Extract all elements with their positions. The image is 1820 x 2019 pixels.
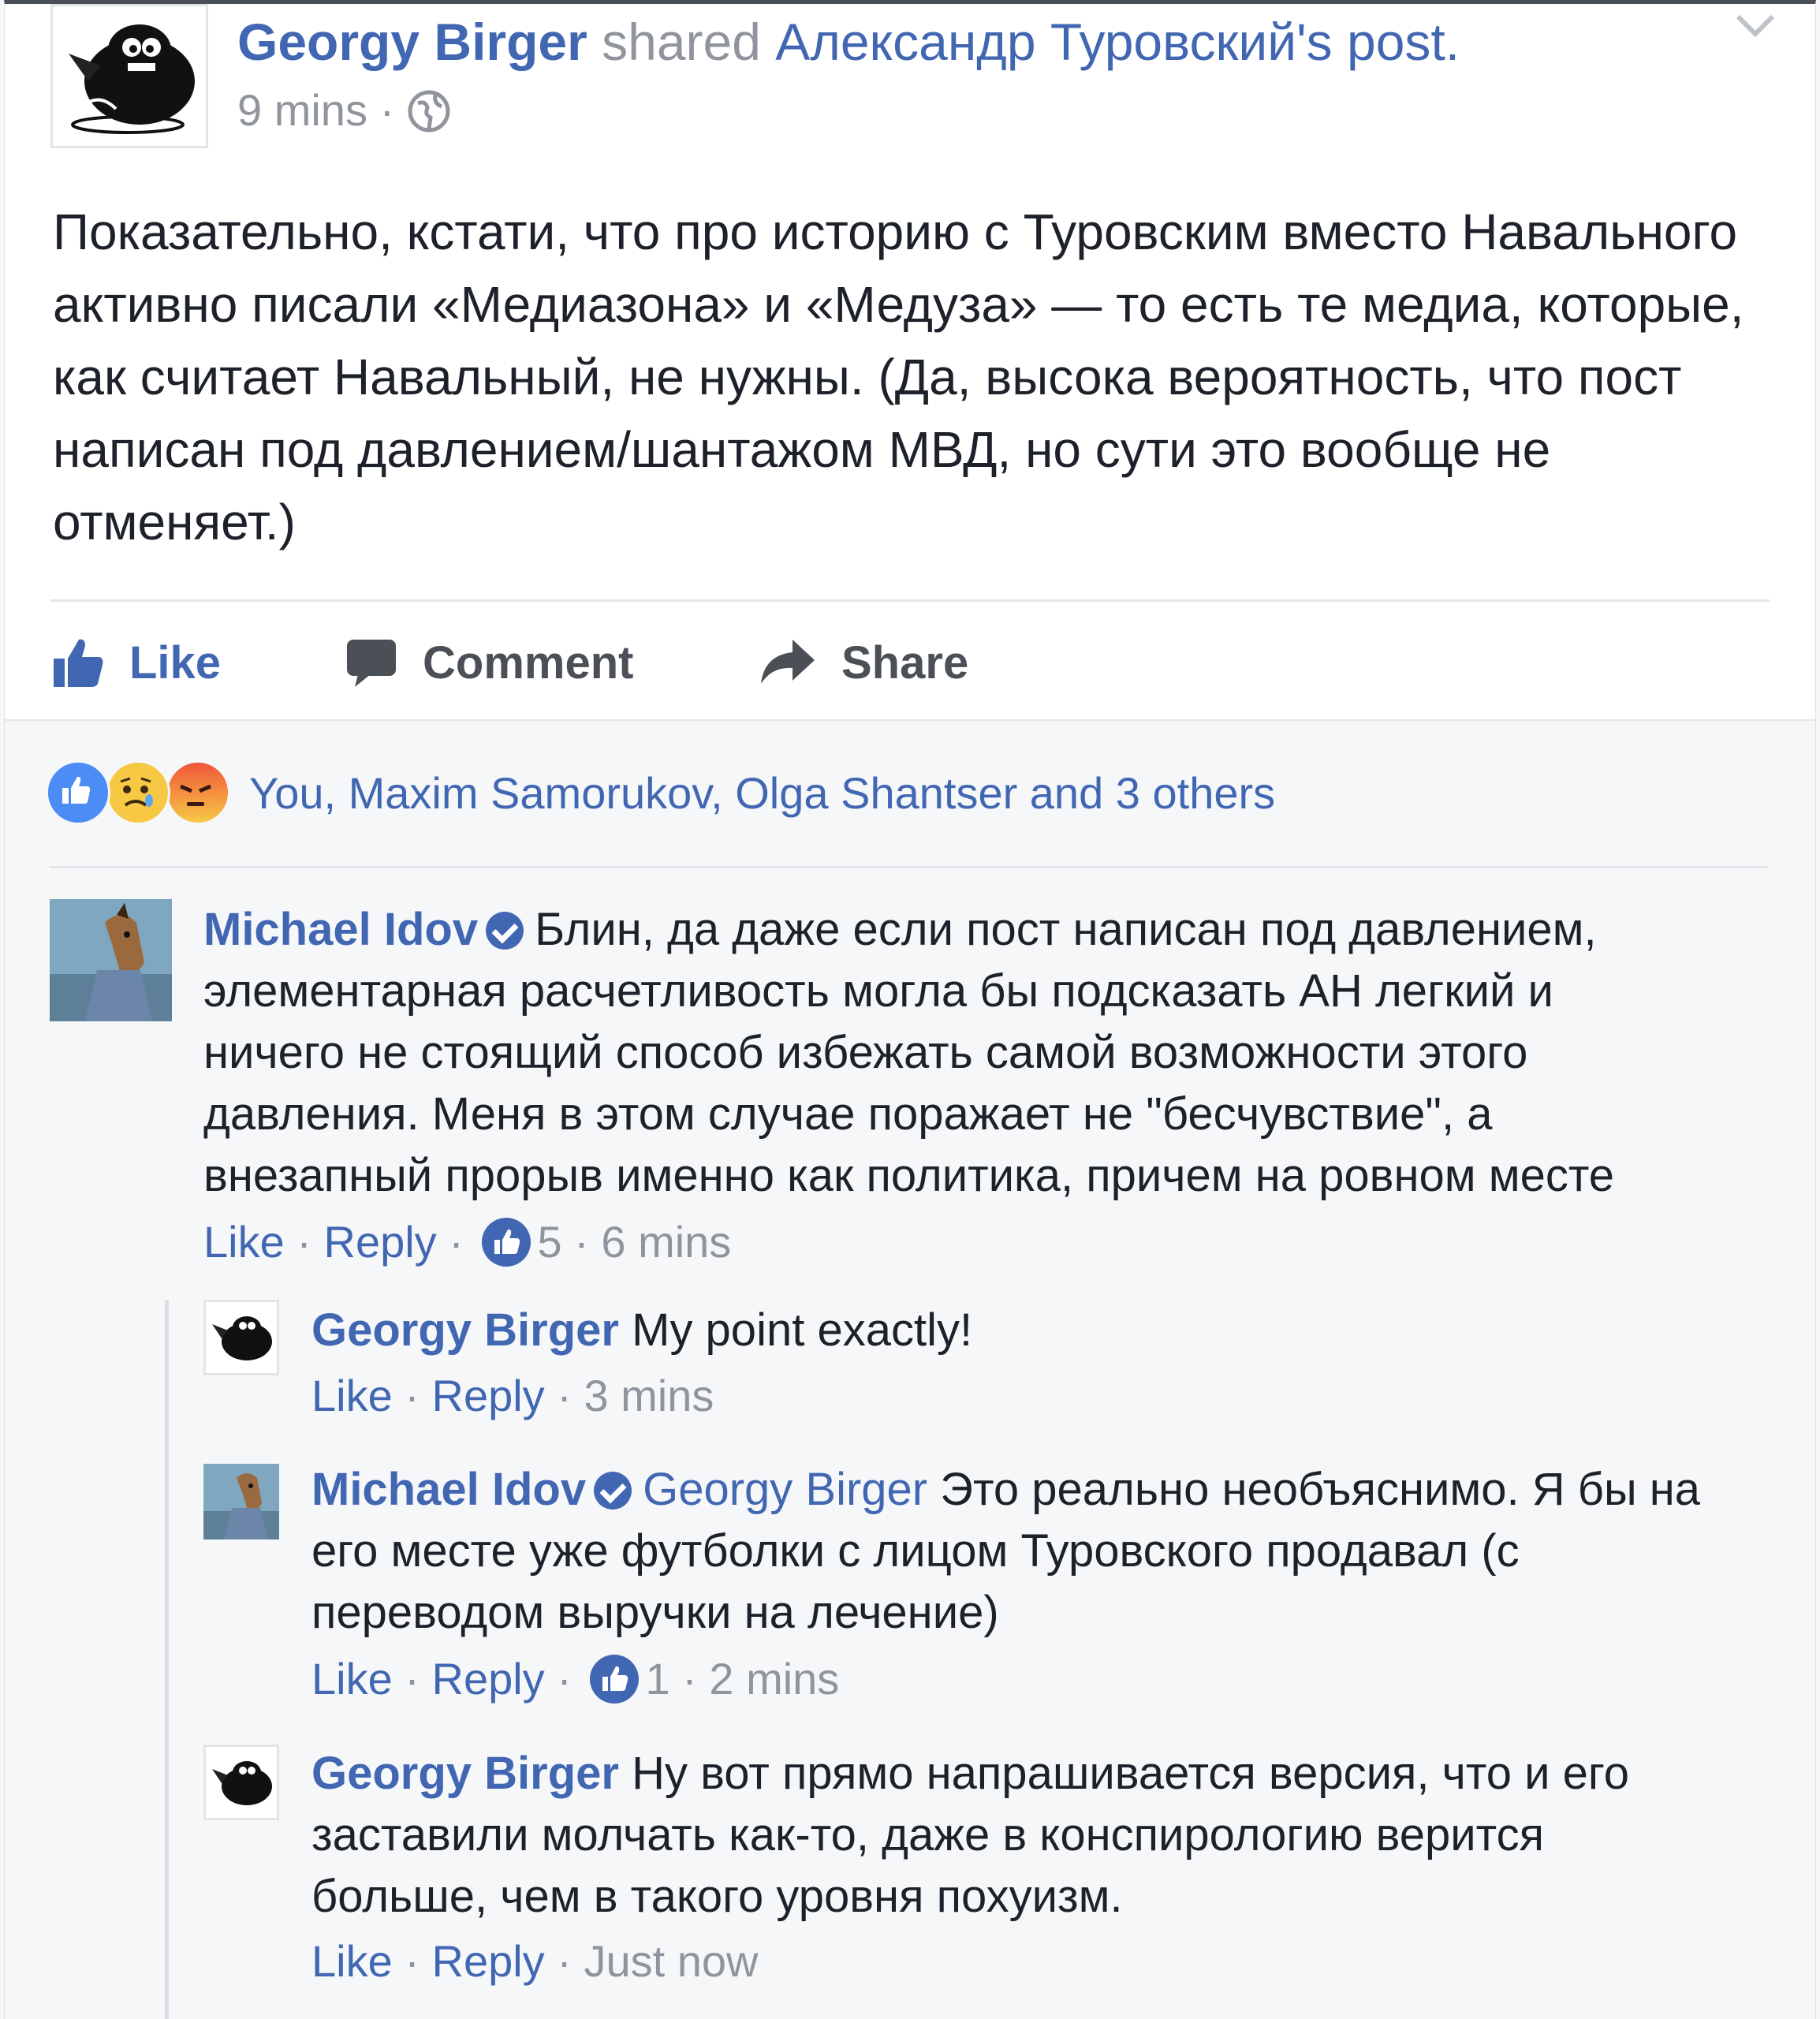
reply-actions: Like · Reply · 3 mins [311, 1371, 714, 1420]
reply: Michael Idov Georgy Birger Это реально не… [311, 1459, 1731, 1644]
like-reaction-icon [46, 760, 110, 825]
reply-reply-link[interactable]: Reply [432, 1371, 545, 1420]
globe-icon[interactable] [407, 89, 451, 133]
comment-like-link[interactable]: Like [203, 1217, 285, 1267]
commenter-avatar[interactable] [50, 899, 172, 1021]
comment-timestamp[interactable]: 6 mins [601, 1217, 731, 1267]
comment: Michael Idov Блин, да даже если пост напи… [203, 899, 1702, 1207]
reply-text: My point exactly! [632, 1304, 973, 1356]
meta-separator: · [379, 85, 395, 135]
reply-actions: Like · Reply · 1 · 2 mins [311, 1654, 840, 1704]
comment-actions: Like · Reply · 5 · 6 mins [203, 1217, 732, 1267]
verified-badge-icon [486, 912, 524, 950]
comment-reply-link[interactable]: Reply [324, 1217, 437, 1267]
actions-divider [50, 599, 1770, 602]
reply-avatar[interactable] [203, 1464, 279, 1539]
reply-like-count[interactable]: 1 [645, 1654, 669, 1704]
reply-author-name[interactable]: Michael Idov [311, 1464, 586, 1515]
reply-timestamp[interactable]: 2 mins [709, 1654, 839, 1704]
post-header: Georgy Birger shared Александр Туровский… [237, 10, 1460, 73]
reply-avatar[interactable] [203, 1300, 279, 1375]
like-button[interactable]: Like [50, 627, 221, 698]
reply-reply-link[interactable]: Reply [432, 1936, 545, 1986]
original-post-link[interactable]: post. [1347, 13, 1460, 71]
sad-reaction-icon [106, 760, 170, 825]
reply: Georgy Birger My point exactly! [311, 1300, 1731, 1361]
like-count-icon[interactable] [482, 1218, 531, 1267]
thumbs-up-icon [54, 639, 103, 687]
post-meta: 9 mins · [237, 83, 451, 138]
like-count-icon[interactable] [590, 1655, 640, 1704]
reply-like-link[interactable]: Like [311, 1654, 393, 1704]
reply-reply-link[interactable]: Reply [432, 1654, 545, 1704]
reply: Georgy Birger Ну вот прямо напрашивается… [311, 1743, 1731, 1928]
reply-thread-line [165, 1300, 169, 2019]
angry-reaction-icon [166, 760, 230, 825]
reactions-divider [50, 866, 1769, 868]
comment-icon [347, 640, 396, 687]
share-label: Share [841, 636, 969, 689]
post-text: Показательно, кстати, что про историю с … [53, 203, 1744, 550]
reply-avatar[interactable] [203, 1745, 279, 1820]
share-arrow-icon [761, 640, 815, 684]
reply-author-name[interactable]: Georgy Birger [311, 1304, 619, 1356]
comment-like-count[interactable]: 5 [537, 1217, 561, 1267]
author-name[interactable]: Georgy Birger [237, 13, 587, 71]
reply-like-link[interactable]: Like [311, 1936, 393, 1986]
reply-like-link[interactable]: Like [311, 1371, 393, 1420]
reply-timestamp[interactable]: 3 mins [584, 1371, 714, 1420]
like-label: Like [129, 636, 222, 689]
reply-timestamp[interactable]: Just now [584, 1936, 758, 1986]
mention-tag[interactable]: Georgy Birger [643, 1464, 927, 1515]
verified-badge-icon [594, 1472, 632, 1510]
reactions-summary[interactable]: You, Maxim Samorukov, Olga Shantser and … [46, 760, 1275, 825]
commenter-name[interactable]: Michael Idov [203, 904, 478, 955]
post-card: Georgy Birger shared Александр Туровский… [4, 0, 1816, 719]
reply-author-name[interactable]: Georgy Birger [311, 1748, 619, 1799]
original-author-link[interactable]: Александр Туровский's [775, 13, 1332, 71]
comment-button[interactable]: Comment [344, 627, 633, 698]
reply-actions: Like · Reply · Just now [311, 1936, 759, 1986]
author-avatar[interactable] [50, 4, 208, 148]
share-button[interactable]: Share [758, 627, 968, 698]
post-timestamp[interactable]: 9 mins [237, 85, 367, 135]
comment-label: Comment [423, 636, 634, 689]
reactions-names[interactable]: You, Maxim Samorukov, Olga Shantser and … [249, 767, 1275, 819]
chevron-down-icon[interactable] [1732, 10, 1779, 42]
shared-word: shared [602, 13, 761, 71]
